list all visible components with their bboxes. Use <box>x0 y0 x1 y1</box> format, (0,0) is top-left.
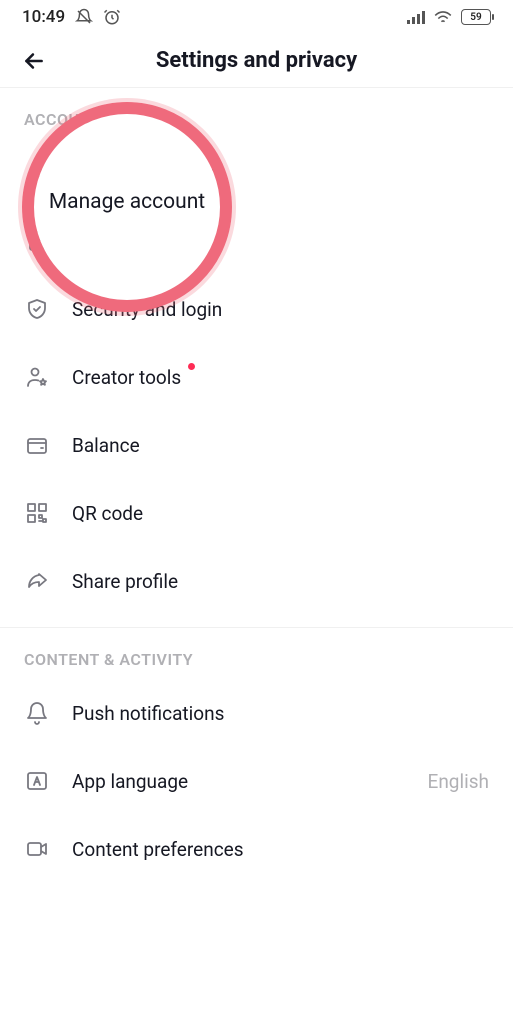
arrow-left-icon <box>21 48 47 74</box>
qr-code-icon <box>24 500 50 526</box>
wifi-icon <box>433 10 453 24</box>
cellular-signal-icon <box>407 10 425 24</box>
settings-item-app-language[interactable]: App language English <box>0 747 513 815</box>
settings-item-manage-account[interactable]: Manage account <box>0 139 513 207</box>
wallet-icon <box>24 432 50 458</box>
settings-item-creator-tools[interactable]: Creator tools <box>0 343 513 411</box>
page-title: Settings and privacy <box>0 48 513 73</box>
do-not-disturb-icon <box>75 8 93 26</box>
shield-icon <box>24 296 50 322</box>
settings-item-label: Content preferences <box>72 838 489 861</box>
bell-icon <box>24 700 50 726</box>
settings-item-label: Privacy <box>72 230 489 253</box>
settings-item-label: Security and login <box>72 298 489 321</box>
video-icon <box>24 836 50 862</box>
notification-dot-icon <box>188 363 195 370</box>
battery-icon: 59 <box>461 9 491 25</box>
settings-item-label: App language <box>72 770 406 793</box>
settings-item-qr-code[interactable]: QR code <box>0 479 513 547</box>
section-header-content-activity: CONTENT & ACTIVITY <box>0 628 513 679</box>
person-icon <box>24 160 50 186</box>
app-language-value: English <box>428 770 489 793</box>
battery-percent: 59 <box>470 12 481 23</box>
status-time: 10:49 <box>22 7 65 27</box>
back-button[interactable] <box>18 45 50 77</box>
status-bar: 10:49 59 <box>0 0 513 34</box>
settings-item-push-notifications[interactable]: Push notifications <box>0 679 513 747</box>
settings-item-label: Share profile <box>72 570 489 593</box>
lock-icon <box>24 228 50 254</box>
settings-item-share-profile[interactable]: Share profile <box>0 547 513 615</box>
settings-item-security-login[interactable]: Security and login <box>0 275 513 343</box>
settings-item-content-preferences[interactable]: Content preferences <box>0 815 513 883</box>
settings-item-label: Manage account <box>72 162 489 185</box>
settings-item-label: Balance <box>72 434 489 457</box>
settings-item-label: Push notifications <box>72 702 489 725</box>
share-arrow-icon <box>24 568 50 594</box>
settings-item-label: QR code <box>72 502 489 525</box>
page-header: Settings and privacy <box>0 34 513 88</box>
person-star-icon <box>24 364 50 390</box>
settings-item-balance[interactable]: Balance <box>0 411 513 479</box>
alarm-clock-icon <box>103 8 121 26</box>
section-header-account: ACCOUNT <box>0 88 513 139</box>
language-icon <box>24 768 50 794</box>
settings-item-privacy[interactable]: Privacy <box>0 207 513 275</box>
settings-item-label: Creator tools <box>72 366 181 389</box>
